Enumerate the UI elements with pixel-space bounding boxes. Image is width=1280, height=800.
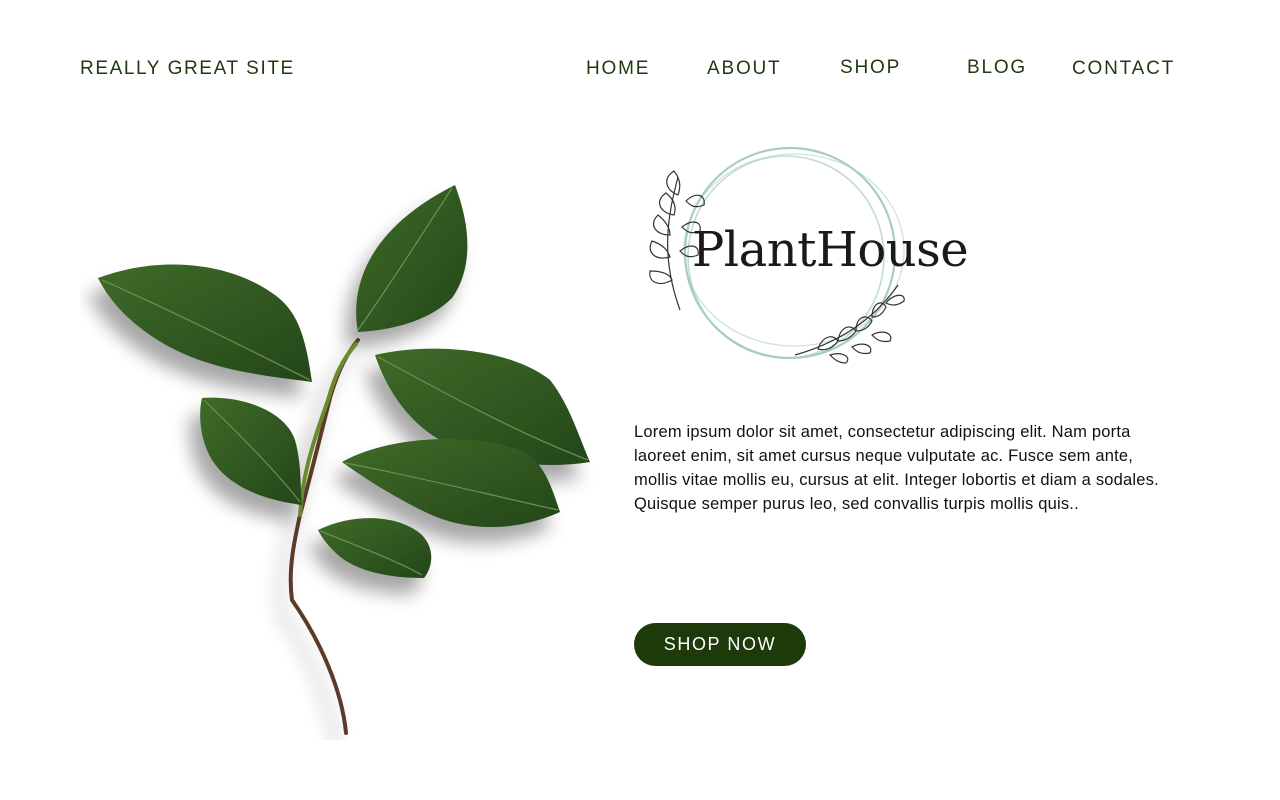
nav-about[interactable]: ABOUT	[707, 58, 781, 80]
logo-text: PlantHouse	[692, 222, 969, 278]
hero-description: Lorem ipsum dolor sit amet, consectetur …	[634, 423, 1159, 513]
nav-contact[interactable]: CONTACT	[1072, 58, 1175, 80]
nav-blog[interactable]: BLOG	[967, 57, 1027, 79]
main-nav: HOME ABOUT SHOP BLOG CONTACT	[0, 57, 1280, 82]
nav-shop[interactable]: SHOP	[840, 57, 901, 79]
shop-now-button[interactable]: SHOP NOW	[634, 623, 806, 666]
plant-branch-image	[98, 185, 590, 735]
nav-home[interactable]: HOME	[586, 58, 650, 80]
